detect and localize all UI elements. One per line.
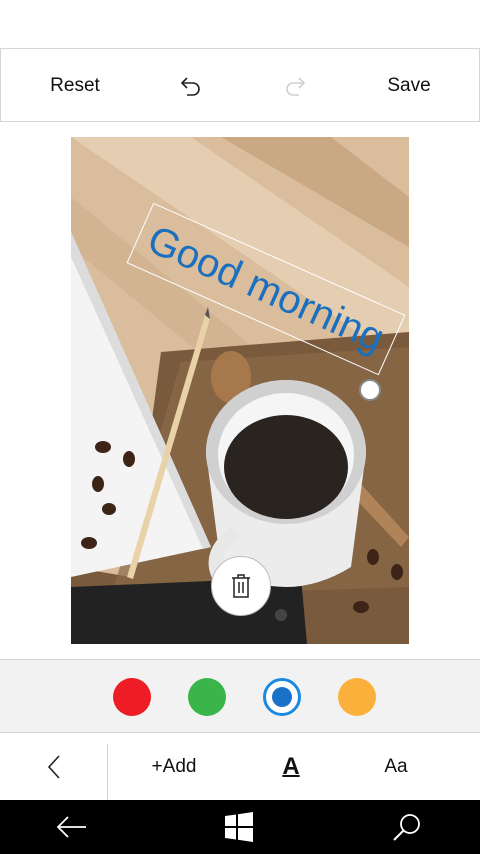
save-button[interactable]: Save (355, 49, 463, 123)
redo-icon (286, 77, 306, 96)
add-text-label: +Add (151, 756, 197, 777)
back-button[interactable] (0, 734, 107, 800)
undo-button[interactable] (161, 49, 221, 123)
font-size-label: Aa (384, 756, 408, 777)
search-icon (393, 814, 420, 841)
color-swatch-orange[interactable] (338, 678, 376, 716)
font-color-button[interactable]: A (270, 734, 312, 800)
nav-start-button[interactable] (199, 800, 279, 854)
font-color-label: A (282, 753, 300, 780)
back-arrow-icon (56, 816, 86, 838)
font-size-button[interactable]: Aa (374, 734, 418, 800)
redo-button[interactable] (265, 49, 325, 123)
system-nav-bar (0, 800, 480, 854)
color-swatch-blue-selected[interactable] (263, 678, 301, 716)
save-label: Save (387, 75, 431, 96)
nav-back-button[interactable] (32, 800, 112, 854)
windows-logo-icon (225, 812, 253, 842)
color-picker (0, 659, 480, 733)
trash-icon (232, 574, 250, 598)
delete-text-button[interactable] (211, 556, 271, 616)
color-swatch-green[interactable] (188, 678, 226, 716)
rotate-resize-handle[interactable] (359, 379, 381, 401)
color-swatch-red[interactable] (113, 678, 151, 716)
options-divider (107, 744, 108, 800)
text-options-bar: +Add A Aa (0, 734, 480, 800)
reset-label: Reset (50, 75, 100, 96)
add-text-button[interactable]: +Add (140, 734, 208, 800)
editor-toolbar: Reset Save (0, 48, 480, 122)
undo-icon (180, 77, 200, 96)
nav-search-button[interactable] (367, 800, 447, 854)
reset-button[interactable]: Reset (23, 49, 127, 123)
chevron-left-icon (47, 755, 60, 779)
editor-screen: Reset Save Good morning +Add A Aa (0, 0, 480, 854)
